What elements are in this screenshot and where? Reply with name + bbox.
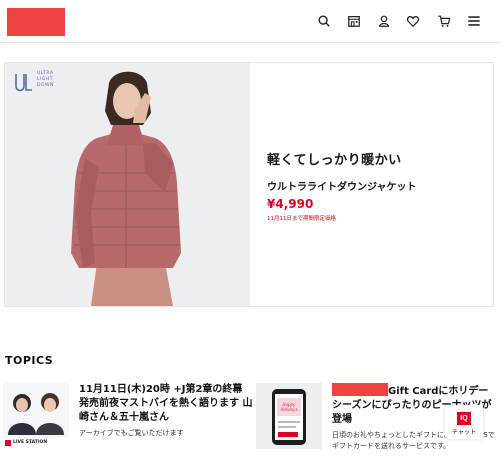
search-icon[interactable] (316, 13, 332, 29)
gift-card-phone-image (256, 383, 322, 449)
topic-title[interactable]: 11月11日(木)20時 +J第2章の終幕 発売前夜マストバイを熱く語ります 山… (79, 383, 253, 425)
chat-label: チャット (452, 429, 476, 436)
ul-logo-text: ULTRA LIGHT DOWN (37, 71, 54, 88)
topic-thumbnail: LIVE STATION (3, 383, 69, 449)
wishlist-icon[interactable] (405, 13, 421, 29)
hero-text: 軽くてしっかり暖かい ウルトラライトダウンジャケット ¥4,990 11月11日… (267, 149, 487, 222)
model-wearing-jacket-image (5, 63, 250, 306)
topic-item[interactable]: LIVE STATION 11月11日(木)20時 +J第2章の終幕 発売前夜マ… (3, 383, 253, 453)
ultra-light-down-logo: ULTRA LIGHT DOWN (13, 69, 63, 99)
hero-price: ¥4,990 (267, 197, 314, 211)
chat-button[interactable]: IQ チャット (445, 405, 483, 439)
chat-iq-icon: IQ (457, 412, 471, 425)
site-header (0, 0, 500, 43)
topic-description: アーカイブでもご覧いただけます (79, 429, 184, 437)
thumb-caption: Happy Holidays (280, 402, 298, 412)
account-icon[interactable] (376, 13, 392, 29)
store-icon[interactable] (346, 13, 362, 29)
topic-thumbnail: Happy Holidays (256, 383, 322, 449)
redacted-brand (332, 383, 388, 396)
thumb-caption: LIVE STATION (13, 440, 48, 445)
hero-price-note: 11月11日まで期間限定価格 (267, 216, 336, 222)
cart-icon[interactable] (436, 13, 452, 29)
hero-headline: 軽くてしっかり暖かい (267, 153, 402, 168)
topics-heading: TOPICS (5, 354, 54, 367)
menu-icon[interactable] (466, 13, 482, 29)
hero-product-name[interactable]: ウルトラライトダウンジャケット (267, 178, 487, 193)
hero-banner[interactable]: ULTRA LIGHT DOWN 軽くてしっかり暖かい ウルトラライトダウンジャ… (4, 62, 494, 307)
brand-logo[interactable] (7, 8, 65, 36)
ul-logo-mark (15, 74, 32, 92)
topic-body: 11月11日(木)20時 +J第2章の終幕 発売前夜マストバイを熱く語ります 山… (79, 383, 253, 439)
hero-photo: ULTRA LIGHT DOWN (5, 63, 250, 306)
